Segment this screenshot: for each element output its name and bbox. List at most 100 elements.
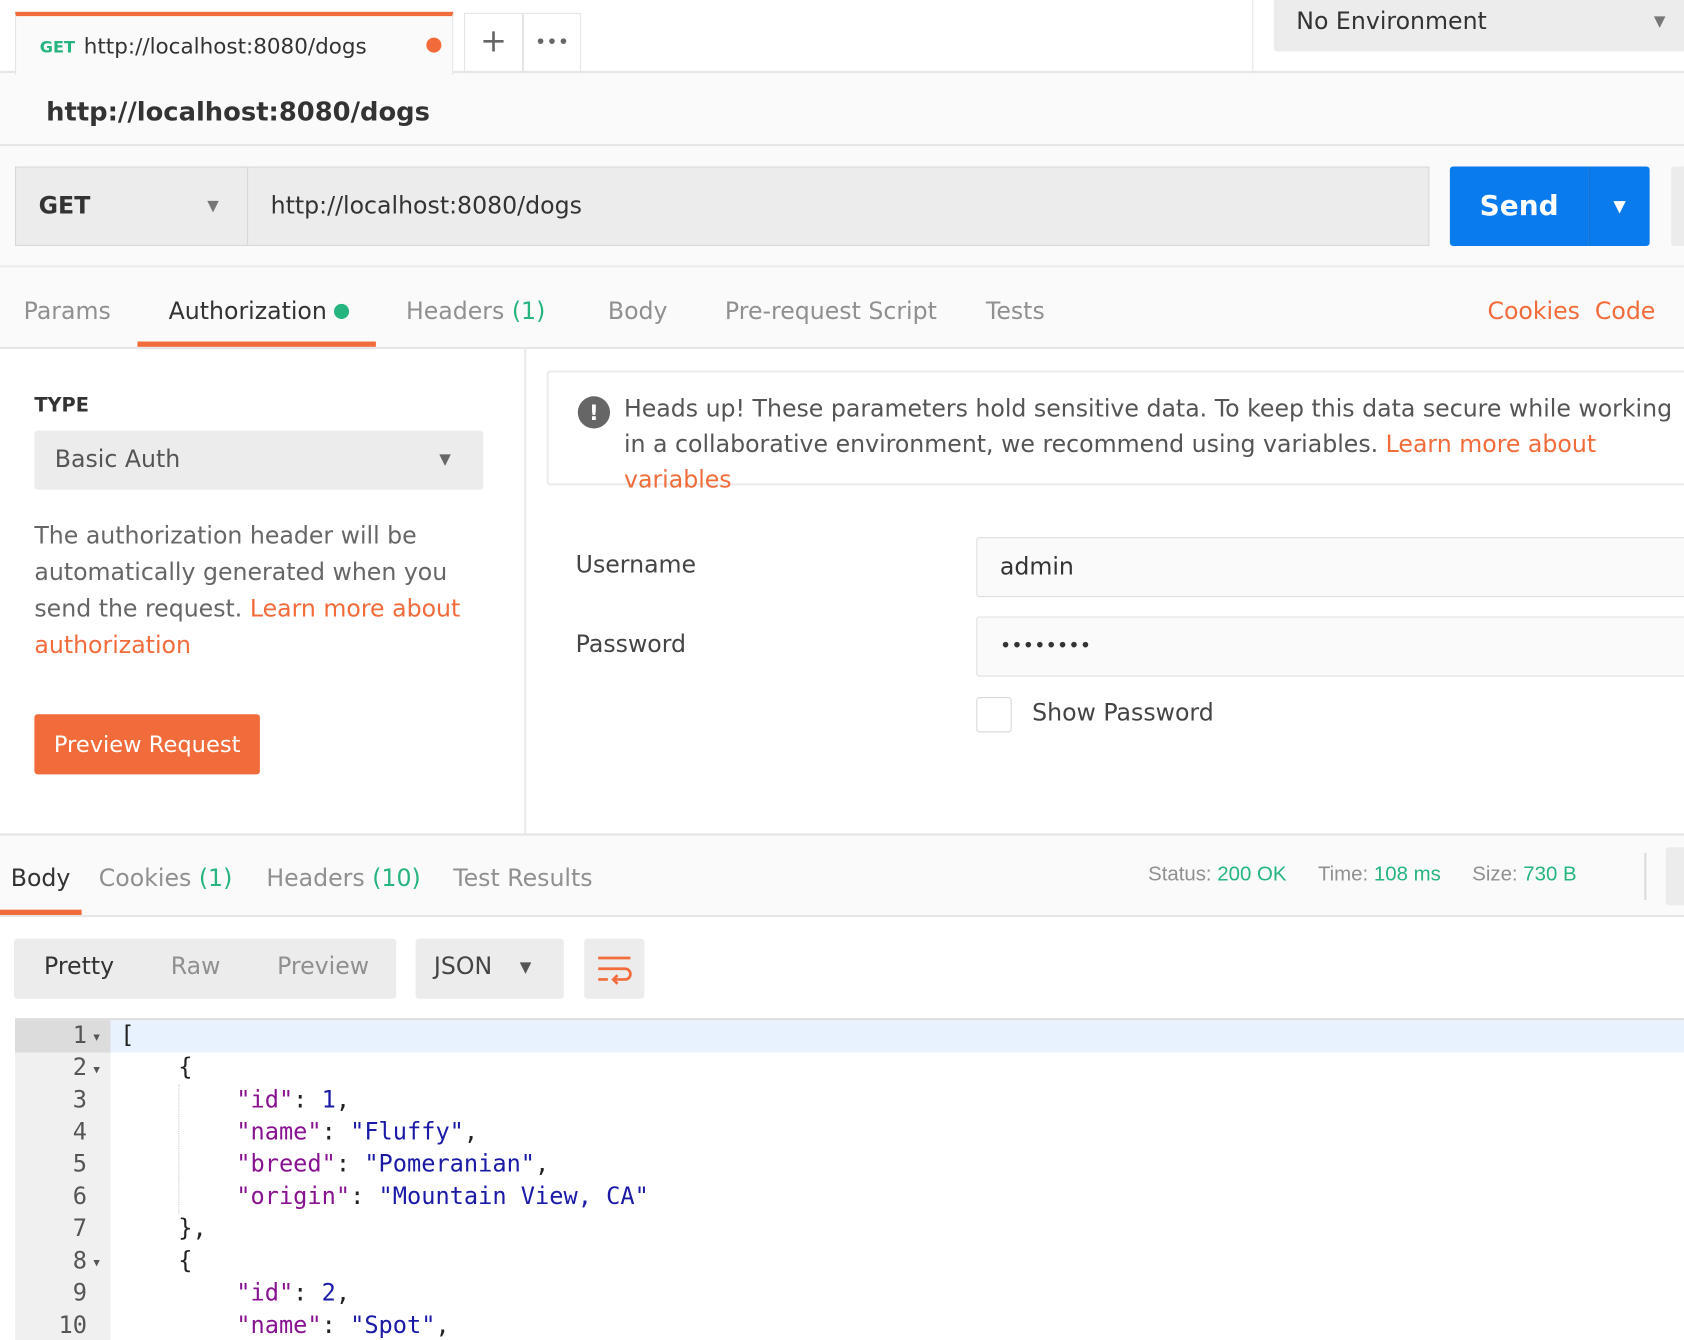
auth-description: The authorization header will be automat… — [34, 519, 496, 665]
more-tabs-button[interactable]: ••• — [523, 12, 582, 74]
token: { — [178, 1247, 193, 1275]
method-label: GET — [38, 193, 91, 221]
tab-method: GET — [39, 37, 75, 57]
resp-tab-body[interactable]: Body — [11, 866, 71, 893]
chevron-down-icon: ▼ — [207, 197, 219, 215]
tab-tests[interactable]: Tests — [986, 299, 1045, 326]
pretty-button[interactable]: Pretty — [44, 954, 114, 981]
tab-body[interactable]: Body — [608, 299, 668, 326]
auth-type-select[interactable]: Basic Auth ▼ — [34, 430, 484, 490]
code-line: "name": "Spot", — [236, 1312, 450, 1340]
tab-count: (10) — [372, 865, 421, 893]
environment-label: No Environment — [1296, 8, 1487, 36]
json-key: "name" — [236, 1312, 322, 1340]
status-value: 200 OK — [1217, 863, 1287, 887]
json-key: "origin" — [236, 1183, 351, 1211]
json-key: "id" — [236, 1280, 294, 1308]
line-number: 3 — [72, 1086, 87, 1114]
indent-guide — [178, 1084, 180, 1214]
tab-params[interactable]: Params — [24, 299, 111, 326]
request-tab[interactable]: GET http://localhost:8080/dogs — [15, 11, 454, 76]
json-key: "breed" — [236, 1151, 336, 1179]
chevron-down-icon: ▼ — [1653, 12, 1666, 31]
type-label: TYPE — [34, 394, 89, 417]
size-label: Size: — [1472, 863, 1518, 887]
resp-tab-test-results[interactable]: Test Results — [453, 866, 592, 893]
code-line: "breed": "Pomeranian", — [236, 1151, 550, 1179]
show-password-label: Show Password — [1032, 700, 1214, 728]
method-select[interactable]: GET ▼ — [15, 166, 249, 246]
code-line: "origin": "Mountain View, CA" — [236, 1183, 649, 1211]
json-value: "Pomeranian" — [364, 1151, 536, 1179]
divider — [1644, 852, 1647, 900]
resp-tab-headers[interactable]: Headers (10) — [266, 866, 420, 893]
cookies-link[interactable]: Cookies — [1487, 299, 1580, 326]
json-value: "Spot" — [350, 1312, 436, 1340]
preview-label: Preview Request — [53, 731, 241, 758]
username-label: Username — [575, 552, 697, 579]
line-number: 9 — [72, 1280, 87, 1308]
tab-label: Headers — [266, 865, 365, 893]
divider — [0, 143, 1684, 147]
tab-pre-request-script[interactable]: Pre-request Script — [725, 299, 937, 326]
preview-button[interactable]: Preview — [277, 954, 369, 981]
tab-authorization[interactable]: Authorization — [169, 299, 350, 325]
line-number: 6 — [72, 1183, 87, 1211]
environment-select[interactable]: No Environment ▼ — [1273, 0, 1684, 52]
fold-arrow-icon[interactable]: ▼ — [93, 1032, 99, 1044]
json-value: "Fluffy" — [350, 1119, 464, 1146]
active-dot-icon — [334, 303, 350, 319]
new-tab-button[interactable]: + — [463, 12, 524, 74]
save-response-button[interactable] — [1665, 847, 1684, 906]
unsaved-dot-icon — [426, 37, 442, 53]
code-line: "id": 1, — [236, 1086, 351, 1114]
size-value: 730 B — [1523, 863, 1577, 887]
view-mode-group: Pretty Raw Preview — [13, 938, 397, 999]
chevron-down-icon: ▼ — [519, 959, 532, 977]
chevron-down-icon: ▼ — [439, 451, 451, 469]
fold-arrow-icon[interactable]: ▼ — [93, 1258, 99, 1270]
code-line: { — [178, 1246, 192, 1278]
divider — [0, 265, 1684, 268]
format-value: JSON — [433, 953, 493, 981]
ellipsis-icon: ••• — [534, 31, 570, 54]
preview-request-button[interactable]: Preview Request — [34, 714, 260, 775]
status-label: Status: — [1148, 863, 1212, 887]
fold-arrow-icon[interactable]: ▼ — [93, 1064, 99, 1076]
json-value: 1 — [321, 1086, 336, 1114]
sensitive-data-notice: ! Heads up! These parameters hold sensit… — [546, 370, 1684, 494]
code-link[interactable]: Code — [1595, 299, 1655, 326]
line-number: 10 — [58, 1312, 87, 1340]
show-password-checkbox[interactable] — [976, 697, 1012, 733]
code-line: "name": "Fluffy", — [236, 1119, 479, 1146]
tab-count: (1) — [198, 865, 233, 893]
tab-headers[interactable]: Headers (1) — [406, 299, 545, 326]
save-button[interactable] — [1671, 166, 1684, 246]
divider — [0, 833, 1684, 836]
tab-label: Headers — [405, 298, 505, 326]
tab-label: Cookies — [98, 865, 192, 893]
code-line: [ — [120, 1020, 134, 1052]
request-title: http://localhost:8080/dogs — [46, 96, 430, 127]
tab-url: http://localhost:8080/dogs — [83, 33, 367, 60]
url-input[interactable] — [247, 166, 1430, 246]
send-label: Send — [1479, 190, 1559, 223]
response-meta: Status: 200 OK Time: 108 ms Size: 730 B — [1148, 863, 1577, 887]
send-options-button[interactable]: ▼ — [1588, 166, 1650, 246]
password-value: •••••••• — [999, 634, 1092, 658]
divider — [524, 349, 527, 835]
line-number: 4 — [72, 1119, 87, 1146]
chevron-down-icon: ▼ — [1613, 196, 1626, 216]
token: [ — [120, 1022, 135, 1050]
resp-tab-cookies[interactable]: Cookies (1) — [99, 866, 233, 893]
username-input[interactable] — [976, 536, 1684, 598]
send-button[interactable]: Send — [1449, 166, 1589, 246]
wrap-lines-button[interactable] — [584, 938, 645, 999]
raw-button[interactable]: Raw — [171, 954, 221, 981]
plus-icon: + — [479, 22, 507, 61]
password-input[interactable]: •••••••• — [976, 616, 1684, 677]
json-key: "name" — [236, 1119, 322, 1146]
format-select[interactable]: JSON ▼ — [415, 938, 564, 999]
time-value: 108 ms — [1373, 863, 1441, 887]
password-label: Password — [575, 631, 687, 659]
